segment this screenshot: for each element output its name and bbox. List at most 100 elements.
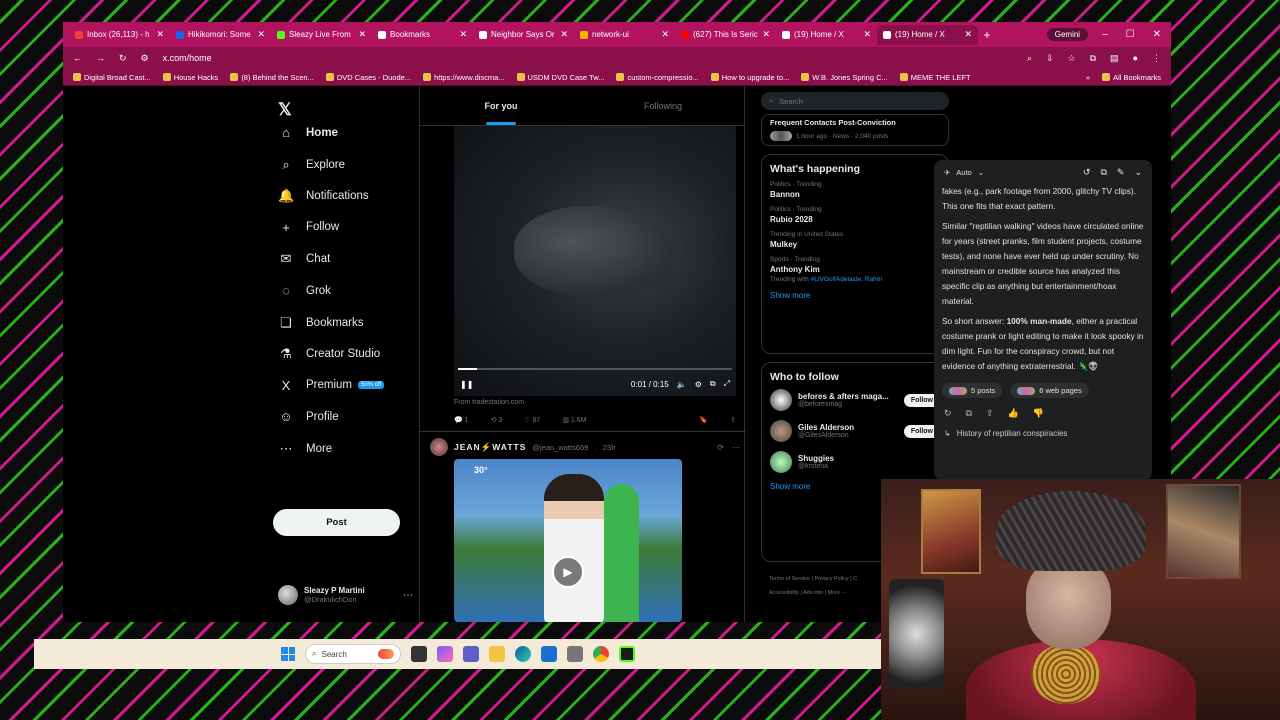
- bookmark-item[interactable]: Digital Broad Cast...: [73, 73, 151, 82]
- bookmark-item[interactable]: MEME THE LEFT: [899, 73, 971, 82]
- bookmark-item[interactable]: W.B. Jones Spring C...: [801, 73, 888, 82]
- tab-close-icon[interactable]: ✕: [762, 29, 770, 40]
- video-thumbnail[interactable]: 30° ▶: [454, 459, 682, 622]
- history-icon[interactable]: ↺: [1083, 167, 1091, 178]
- minimize-icon[interactable]: –: [1102, 29, 1108, 40]
- thumbs-up-icon[interactable]: 👍: [1008, 408, 1019, 419]
- more-icon[interactable]: ⋯: [732, 443, 740, 452]
- bookmark-item[interactable]: DVD Cases - Duode...: [325, 73, 411, 82]
- thumbs-down-icon[interactable]: 👎: [1033, 408, 1044, 419]
- task-view-icon[interactable]: [411, 646, 427, 662]
- menu-icon[interactable]: ⋮: [1152, 53, 1161, 64]
- chevron-down-icon[interactable]: ⌄: [978, 168, 984, 177]
- regenerate-icon[interactable]: ↻: [944, 408, 952, 419]
- bookmark-icon[interactable]: 🔖: [699, 416, 708, 424]
- tab-for-you[interactable]: For you: [420, 86, 582, 125]
- volume-icon[interactable]: 🔈: [677, 380, 687, 389]
- edge-icon[interactable]: [515, 646, 531, 662]
- tab-close-icon[interactable]: ✕: [459, 29, 467, 40]
- pause-icon[interactable]: ❚❚: [460, 380, 473, 389]
- browser-tab[interactable]: network-ui ✕: [574, 25, 675, 45]
- tab-close-icon[interactable]: ✕: [257, 29, 265, 40]
- browser-tab[interactable]: Hikikomori: Some ✕: [170, 25, 271, 45]
- x-logo-icon[interactable]: 𝕏: [278, 100, 292, 120]
- share-icon[interactable]: ⇪: [730, 416, 736, 424]
- sidebar-icon[interactable]: ▤: [1110, 53, 1119, 64]
- settings-icon[interactable]: [567, 646, 583, 662]
- posts-chip[interactable]: 5 posts: [942, 383, 1003, 398]
- post-button[interactable]: Post: [273, 509, 400, 536]
- close-icon[interactable]: ✕: [1153, 29, 1161, 40]
- trend-item[interactable]: Politics · Trending Rubio 2028: [770, 206, 940, 224]
- video-source[interactable]: From tradestation.com: [454, 399, 524, 406]
- collapse-icon[interactable]: ⌄: [1134, 167, 1142, 178]
- repost-button[interactable]: ⟲ 3: [491, 416, 503, 424]
- sidebar-item-follow[interactable]: + Follow: [278, 220, 339, 235]
- windows-start-icon[interactable]: [281, 647, 295, 661]
- teams-icon[interactable]: [463, 646, 479, 662]
- play-icon[interactable]: ▶: [552, 556, 584, 588]
- search-input[interactable]: ⌕ Search: [761, 92, 949, 110]
- fullscreen-icon[interactable]: ⤢: [724, 379, 730, 389]
- site-info-icon[interactable]: ⚙: [141, 53, 149, 64]
- grok-icon[interactable]: ⟳: [717, 443, 724, 452]
- settings-icon[interactable]: ⚙: [695, 380, 702, 389]
- sidebar-item-explore[interactable]: ⌕ Explore: [278, 157, 345, 173]
- bookmark-item[interactable]: custom-compressio...: [616, 73, 699, 82]
- follow-suggestion[interactable]: befores & afters maga... @beforesmag Follo…: [770, 389, 940, 411]
- sidebar-item-notifications[interactable]: 🔔 Notifications: [278, 188, 369, 204]
- extensions-icon[interactable]: ⧉: [1090, 53, 1096, 64]
- sidebar-item-bookmarks[interactable]: ❏ Bookmarks: [278, 315, 363, 331]
- show-more-link[interactable]: Show more: [770, 291, 940, 300]
- account-switcher[interactable]: Sleazy P Martini @DrakulichDon ⋯: [278, 585, 413, 605]
- profile-icon[interactable]: ●: [1133, 53, 1138, 63]
- copy-icon[interactable]: ⧉: [966, 408, 972, 419]
- bookmark-item[interactable]: How to upgrade to...: [710, 73, 789, 82]
- reload-icon[interactable]: ↻: [119, 53, 127, 64]
- bookmark-item[interactable]: House Hacks: [162, 73, 218, 82]
- browser-tab[interactable]: Inbox (26,113) - h ✕: [69, 25, 170, 45]
- like-button[interactable]: ♡ 87: [524, 416, 540, 424]
- url-field[interactable]: x.com/home: [163, 53, 1013, 63]
- back-icon[interactable]: ←: [73, 53, 82, 63]
- store-icon[interactable]: [541, 646, 557, 662]
- browser-tab[interactable]: (19) Home / X ✕: [776, 25, 877, 45]
- more-icon[interactable]: ⋯: [403, 590, 413, 601]
- edit-icon[interactable]: ✎: [1117, 167, 1125, 178]
- post-author-handle[interactable]: @jean_watts659: [532, 443, 588, 452]
- browser-tab[interactable]: (627) This Is Seric ✕: [675, 25, 776, 45]
- sidebar-item-chat[interactable]: ✉ Chat: [278, 251, 331, 267]
- tab-close-icon[interactable]: ✕: [964, 29, 972, 40]
- sidebar-item-more[interactable]: ⋯ More: [278, 441, 333, 457]
- all-bookmarks[interactable]: All Bookmarks: [1102, 73, 1161, 82]
- tab-close-icon[interactable]: ✕: [156, 29, 164, 40]
- trend-item[interactable]: Politics · Trending Bannon: [770, 181, 940, 199]
- video-player[interactable]: ❚❚ 0:01 / 0:15 🔈 ⚙ ⧉ ⤢: [454, 126, 736, 396]
- chrome-icon[interactable]: [593, 646, 609, 662]
- tab-following[interactable]: Following: [582, 86, 744, 125]
- avatar[interactable]: [770, 451, 792, 473]
- tab-close-icon[interactable]: ✕: [560, 29, 568, 40]
- gemini-button[interactable]: Gemini: [1046, 28, 1089, 41]
- new-tab-button[interactable]: +: [978, 28, 996, 42]
- taskbar-search[interactable]: ⌕ Search: [305, 644, 401, 664]
- share-icon[interactable]: ⇪: [986, 408, 994, 419]
- avatar[interactable]: [770, 389, 792, 411]
- reply-button[interactable]: 💬 1: [454, 416, 469, 424]
- browser-tab[interactable]: Neighbor Says Or ✕: [473, 25, 574, 45]
- tab-close-icon[interactable]: ✕: [358, 29, 366, 40]
- browser-tab[interactable]: Sleazy Live From ✕: [271, 25, 372, 45]
- sidebar-item-grok[interactable]: ◌ Grok: [278, 283, 331, 298]
- copy-icon[interactable]: ⧉: [1100, 167, 1106, 178]
- chevron-right-icon[interactable]: »: [1086, 73, 1090, 82]
- post-time[interactable]: 23h: [603, 443, 616, 452]
- maximize-icon[interactable]: ☐: [1126, 29, 1135, 40]
- follow-suggestion[interactable]: Shuggies @krstena: [770, 451, 940, 473]
- tab-close-icon[interactable]: ✕: [863, 29, 871, 40]
- avatar[interactable]: [770, 420, 792, 442]
- bookmark-item[interactable]: (8) Behind the Scen...: [230, 73, 314, 82]
- file-explorer-icon[interactable]: [489, 646, 505, 662]
- obs-icon[interactable]: [619, 646, 635, 662]
- copilot-icon[interactable]: [437, 646, 453, 662]
- sidebar-item-creator-studio[interactable]: ⚗ Creator Studio: [278, 346, 380, 362]
